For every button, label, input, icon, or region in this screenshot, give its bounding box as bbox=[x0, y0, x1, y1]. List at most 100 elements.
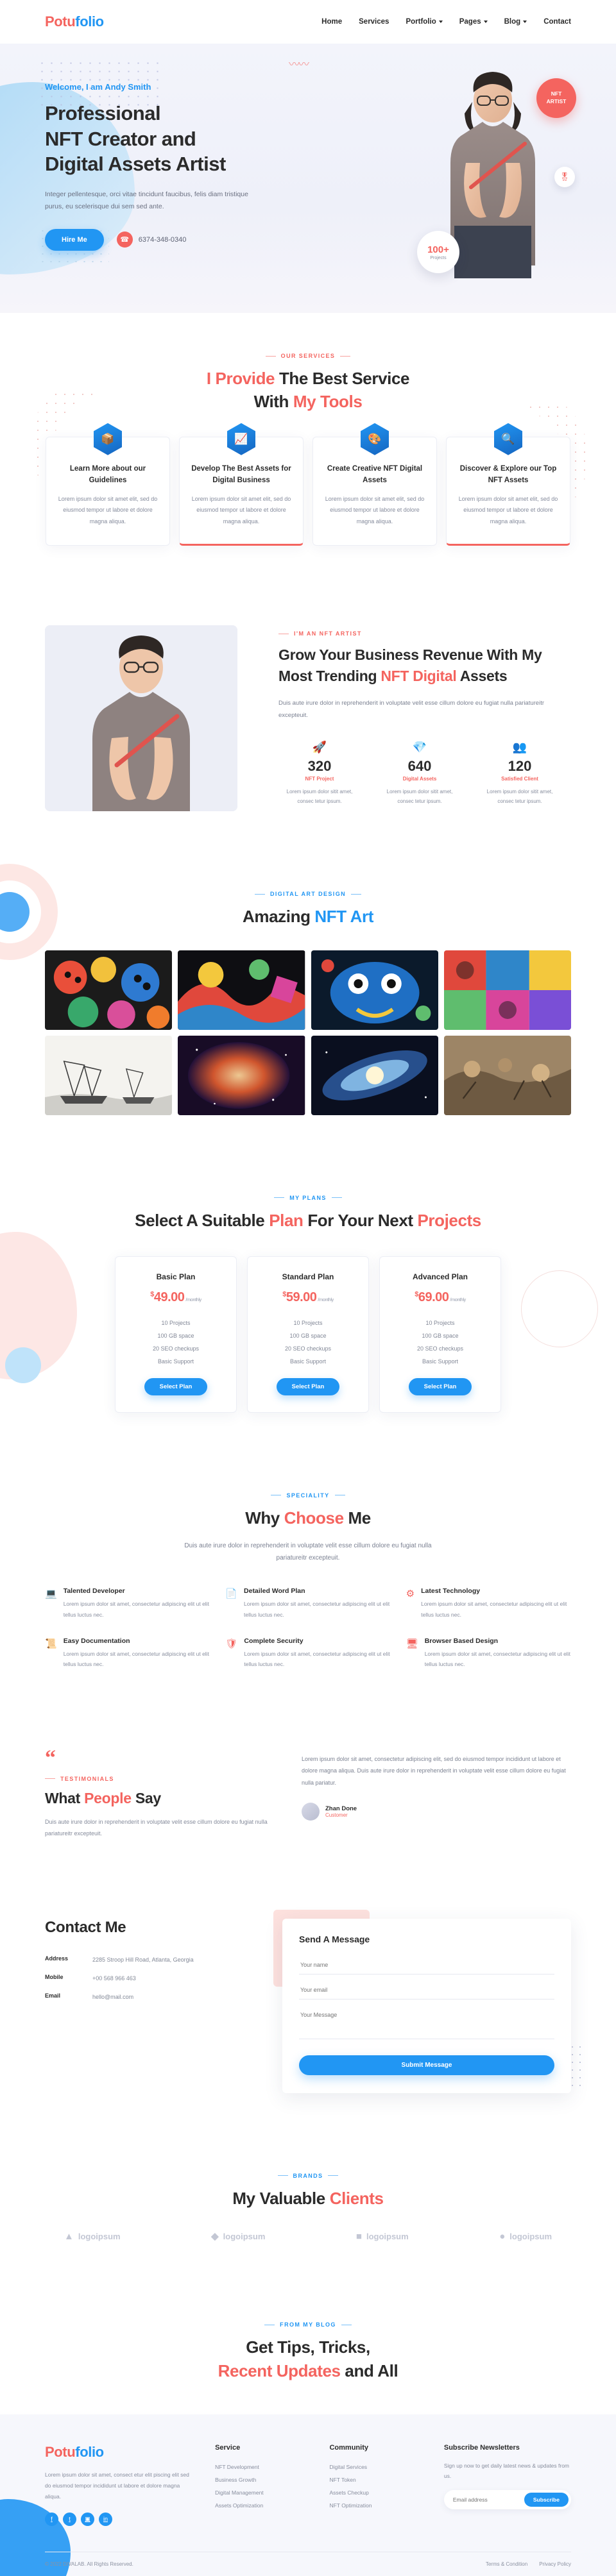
service-card-text: Lorem ipsum dolor sit amet elit, sed do … bbox=[191, 495, 291, 525]
facebook-icon[interactable]: f bbox=[45, 2512, 58, 2526]
abstract-faces-art bbox=[45, 950, 173, 1030]
service-card[interactable]: 🎨 Create Creative NFT Digital Assets Lor… bbox=[312, 423, 437, 546]
why-item-text: Lorem ipsum dolor sit amet, consectetur … bbox=[244, 1650, 390, 1668]
nav-item-contact[interactable]: Contact bbox=[543, 18, 571, 26]
about-eyebrow: I'M AN NFT ARTIST bbox=[278, 630, 571, 637]
nav-item-portfolio[interactable]: Portfolio bbox=[406, 18, 443, 26]
about-title: Grow Your Business Revenue With My Most … bbox=[278, 644, 571, 686]
battle-scene-painting bbox=[443, 1035, 571, 1115]
footer-column-title: Service bbox=[215, 2443, 241, 2452]
about-image-wrap bbox=[45, 625, 257, 812]
plan-amount: 59.00 bbox=[286, 1290, 317, 1304]
stat-item: 👥 120 Satisfied Client Lorem ipsum dolor… bbox=[479, 741, 561, 806]
stat-text: Lorem ipsum dolor sitit amet, consec tet… bbox=[286, 788, 353, 804]
projects-count: 100+ bbox=[427, 244, 449, 255]
nav-item-pages[interactable]: Pages bbox=[459, 18, 488, 26]
eyebrow-line-icon bbox=[45, 1778, 55, 1780]
service-card[interactable]: 📈 Develop The Best Assets for Digital Bu… bbox=[179, 423, 304, 546]
testimonial-left-text: Duis aute irure dolor in reprehenderit i… bbox=[45, 1818, 268, 1837]
hero-description: Integer pellentesque, orci vitae tincidu… bbox=[45, 190, 248, 211]
eyebrow-line-icon bbox=[277, 2175, 288, 2176]
nav-label: Contact bbox=[543, 18, 571, 26]
service-card[interactable]: 🔍 Discover & Explore our Top NFT Assets … bbox=[446, 423, 570, 546]
name-field[interactable] bbox=[299, 1955, 554, 1974]
gallery-item-battle-scene[interactable] bbox=[443, 1035, 571, 1115]
gallery-item-graffiti[interactable] bbox=[178, 950, 305, 1030]
instagram-icon[interactable]: ▣ bbox=[81, 2512, 94, 2526]
why-item-text: Lorem ipsum dolor sit amet, consectetur … bbox=[424, 1650, 570, 1668]
service-card-title: Develop The Best Assets for Digital Busi… bbox=[191, 464, 291, 485]
hero-cta-group: Hire Me ☎ 6374-348-0340 bbox=[45, 228, 321, 251]
blog-title-part-a: Recent Updates bbox=[218, 2361, 341, 2380]
footer-link[interactable]: Digital Management bbox=[215, 2486, 307, 2499]
submit-message-button[interactable]: Submit Message bbox=[299, 2055, 554, 2075]
gallery-item-blue-creature[interactable] bbox=[311, 950, 438, 1030]
service-card[interactable]: 📦 Learn More about our Guidelines Lorem … bbox=[46, 423, 170, 546]
footer-logo-part-1: Potu bbox=[45, 2443, 76, 2460]
plan-feature: 20 SEO checkups bbox=[152, 1345, 200, 1352]
service-card-text: Lorem ipsum dolor sit amet elit, sed do … bbox=[458, 495, 558, 525]
services-title: I Provide The Best Service With My Tools bbox=[45, 367, 571, 414]
footer-link[interactable]: Assets Optimization bbox=[215, 2499, 307, 2512]
hero-welcome-text: Welcome, I am Andy Smith bbox=[45, 82, 151, 92]
stat-text: Lorem ipsum dolor sitit amet, consec tet… bbox=[386, 788, 453, 804]
newsletter-email-input[interactable] bbox=[452, 2496, 524, 2504]
newsletter-form: Subscribe bbox=[443, 2490, 571, 2510]
site-logo[interactable]: Potufolio bbox=[45, 13, 104, 30]
footer-link[interactable]: Business Growth bbox=[215, 2473, 307, 2486]
pricing-title: Select A Suitable Plan For Your Next Pro… bbox=[45, 1209, 571, 1232]
hero-phone[interactable]: ☎ 6374-348-0340 bbox=[116, 232, 186, 248]
footer-newsletter-column: Subscribe Newsletters Sign up now to get… bbox=[443, 2444, 571, 2526]
phone-icon: ☎ bbox=[116, 232, 133, 248]
plan-feature: 10 Projects bbox=[161, 1319, 191, 1326]
gallery-item-ships[interactable] bbox=[45, 1035, 173, 1115]
hire-me-button[interactable]: Hire Me bbox=[45, 228, 104, 251]
quote-icon: “ bbox=[45, 1746, 56, 1770]
message-field[interactable] bbox=[299, 2005, 554, 2039]
gallery-eyebrow: DIGITAL ART DESIGN bbox=[45, 891, 571, 897]
shield-icon: 🛡 bbox=[225, 1638, 238, 1649]
logo-part-1: Potu bbox=[45, 13, 76, 29]
diamond-icon: 💎 bbox=[412, 740, 427, 753]
browser-icon: 🖥 bbox=[406, 1638, 418, 1649]
hero-title: Professional NFT Creator and Digital Ass… bbox=[45, 101, 321, 177]
email-field[interactable] bbox=[299, 1980, 554, 1999]
about-title-part-2: NFT Digital bbox=[381, 668, 457, 685]
client-logo-label: logoipsum bbox=[509, 2231, 552, 2241]
gallery-item-nebula[interactable] bbox=[178, 1035, 305, 1115]
select-plan-button[interactable]: Select Plan bbox=[144, 1377, 208, 1395]
client-logo: ■ logoipsum bbox=[356, 2230, 409, 2242]
linkedin-icon[interactable]: in bbox=[99, 2512, 112, 2526]
gallery-item-pop-art[interactable] bbox=[443, 950, 571, 1030]
footer-social-links: f t ▣ in bbox=[45, 2512, 193, 2526]
contact-title: Contact Me bbox=[45, 1918, 126, 1936]
footer-link[interactable]: NFT Optimization bbox=[329, 2499, 422, 2512]
document-icon: 📄 bbox=[225, 1588, 238, 1600]
testimonial-eyebrow-text: TESTIMONIALS bbox=[60, 1775, 114, 1782]
footer-link[interactable]: NFT Token bbox=[329, 2473, 422, 2486]
stat-number: 120 bbox=[508, 757, 532, 774]
clients-title: My Valuable Clients bbox=[45, 2187, 571, 2210]
nav-item-home[interactable]: Home bbox=[321, 18, 342, 26]
gallery-item-abstract-faces[interactable] bbox=[45, 950, 173, 1030]
client-logo-label: logoipsum bbox=[366, 2231, 409, 2241]
clients-title-part-2: Clients bbox=[329, 2188, 384, 2208]
twitter-icon[interactable]: t bbox=[63, 2512, 76, 2526]
why-item: 🛡 Complete Security Lorem ipsum dolor sit… bbox=[225, 1637, 390, 1670]
select-plan-button[interactable]: Select Plan bbox=[276, 1377, 340, 1395]
footer-logo-part-2: folio bbox=[75, 2443, 104, 2460]
terms-link[interactable]: Terms & Condition bbox=[486, 2561, 527, 2567]
footer-logo[interactable]: Potufolio bbox=[45, 2444, 193, 2461]
gallery-item-galaxy[interactable] bbox=[311, 1035, 438, 1115]
select-plan-button[interactable]: Select Plan bbox=[408, 1377, 472, 1395]
privacy-link[interactable]: Privacy Policy bbox=[539, 2561, 571, 2567]
plan-feature: 10 Projects bbox=[293, 1319, 323, 1326]
footer-link[interactable]: Assets Checkup bbox=[329, 2486, 422, 2499]
client-logo-label: logoipsum bbox=[78, 2231, 121, 2241]
testimonial-quote: Lorem ipsum dolor sit amet, consectetur … bbox=[302, 1755, 566, 1786]
nav-item-blog[interactable]: Blog bbox=[504, 18, 527, 26]
newsletter-subscribe-button[interactable]: Subscribe bbox=[524, 2493, 569, 2507]
plan-period: /monthly bbox=[185, 1296, 201, 1302]
site-footer: Potufolio Lorem ipsum dolor sit amet, co… bbox=[0, 2414, 616, 2576]
nav-item-services[interactable]: Services bbox=[359, 18, 389, 26]
